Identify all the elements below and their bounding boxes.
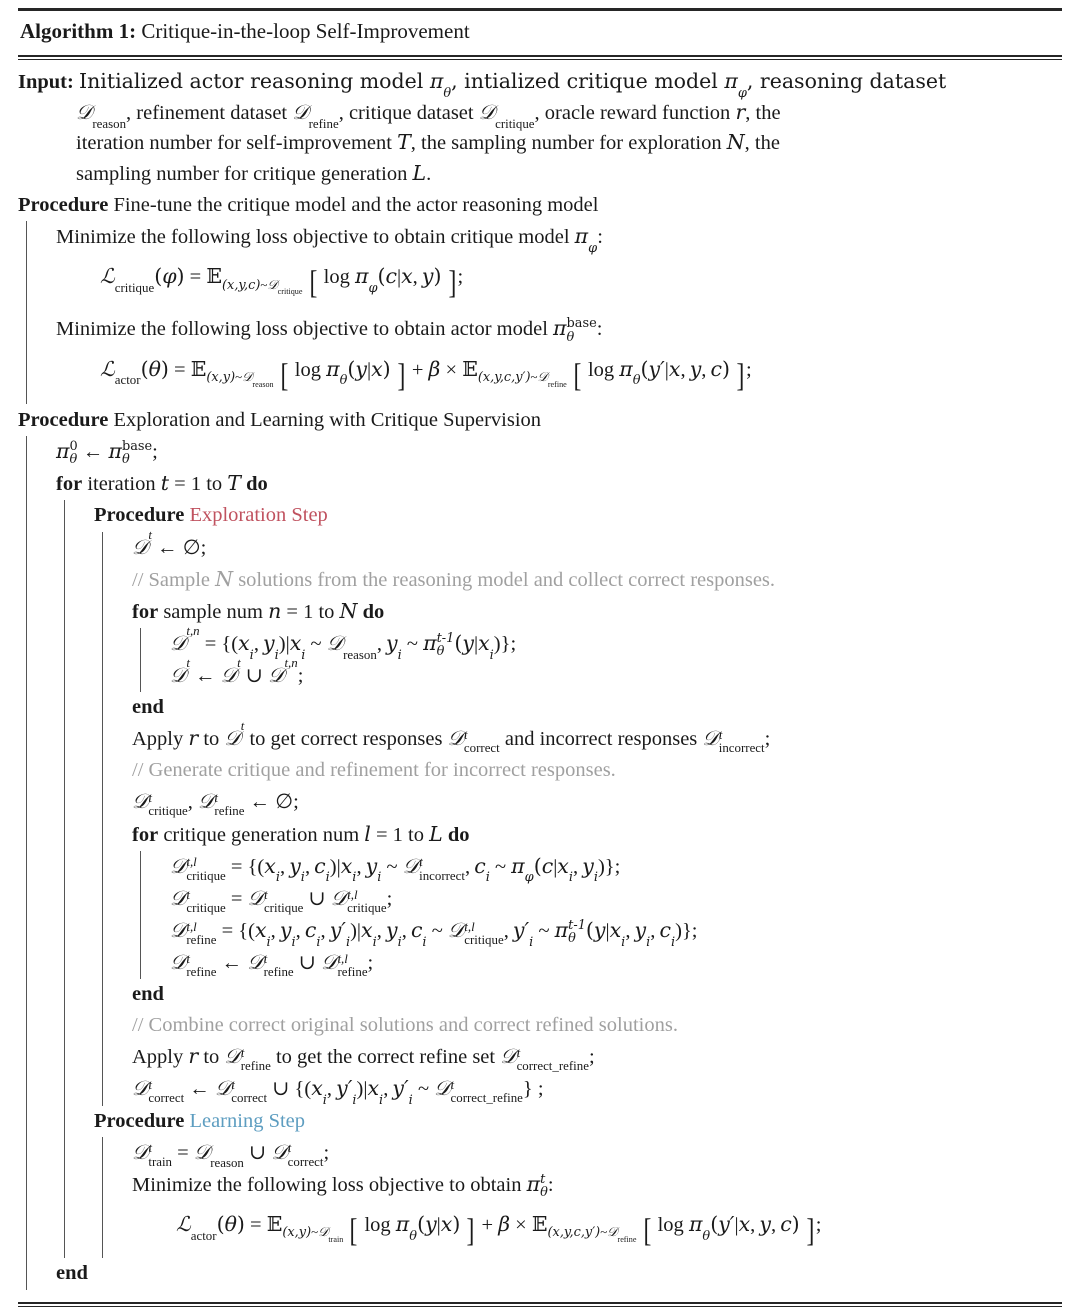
apply-keyword-2: Apply [132,1046,184,1069]
for-to-2: to [318,600,335,623]
for-sample-to: N [339,598,358,623]
for-critique-body: 𝒟t,l critique = {(xi, yi, ci)|xi, yi ~ 𝒟t… [132,850,1062,980]
input-line-2: 𝒟reason, refinement dataset 𝒟refine, cri… [76,100,781,132]
learning-step-body: 𝒟t train = 𝒟reason ∪ 𝒟t correct; Minimize … [94,1136,1062,1259]
equation-pi-init: π0θ ← π base θ; [56,439,158,468]
for-critique-text: critique generation num [163,823,360,846]
algorithm-title: Algorithm 1: Critique-in-the-loop Self-I… [18,11,1062,51]
for-critique-header: for critique generation num l = 1 to L d… [132,821,470,846]
equation-dt-union: 𝒟t ← 𝒟t ∪ 𝒟t,n; [170,655,304,688]
procedure-finetune-header: Procedure Fine-tune the critique model a… [18,190,1062,221]
for-to-3: to [408,823,424,846]
apply-keyword-1: Apply [132,728,184,751]
end-for-iteration: end [56,1258,1062,1289]
algorithm-label: Algorithm 1: [20,19,137,43]
procedure-exploration-title: Exploration and Learning with Critique S… [113,409,542,432]
equation-dcrit-empty: 𝒟t critique, 𝒟t refine ← ∅; [132,789,299,819]
procedure-keyword: Procedure [18,193,109,216]
bottom-rule [18,1301,1062,1307]
for-sample-var: n [268,598,282,623]
procedure-exploration-step-title: Exploration Step [189,504,328,527]
input-label: Input: [18,71,74,94]
statement-apply-r-refine: Apply r to 𝒟t refine to get the correct r… [132,1044,595,1074]
comment-combine: // Combine correct original solutions an… [132,1014,678,1037]
algorithm-block: Algorithm 1: Critique-in-the-loop Self-I… [18,8,1062,1307]
do-keyword-1: do [246,473,268,496]
exploration-step-body: 𝒟t ← ∅; // Sample N solutions from the r… [94,526,1062,1109]
equation-dt-critique-union: 𝒟t critique = 𝒟t critique ∪ 𝒟t,l critique; [170,885,393,915]
end-for-critique: end [132,979,1062,1010]
algorithm-body: Input: Initialized actor reasoning model… [18,60,1062,1295]
finetune-step-1: Minimize the following loss objective to… [56,223,603,256]
equation-dtl-refine: 𝒟t,l refine = {(xi, yi, ci, y′i)|xi, yi, … [170,917,698,950]
algorithm-title-text: Critique-in-the-loop Self-Improvement [141,19,470,43]
for-iteration-to: T [227,471,241,496]
procedure-exploration-body: π0θ ← π base θ; for iteration t = 1 to T d… [18,436,1062,1290]
procedure-learning-step-title: Learning Step [189,1109,306,1132]
equation-actor-loss-final: ℒactor(θ) = 𝔼(x,y)~𝒟train [ log πθ(y|x) … [176,1212,822,1249]
for-iteration-text: iteration [87,473,156,496]
input-line-3: iteration number for self-improvement T,… [76,130,780,155]
equation-dt-correct-union: 𝒟t correct ← 𝒟t correct ∪ {(xi, y′i)|xi, y… [132,1076,544,1109]
procedure-keyword-2: Procedure [18,409,109,432]
finetune-step-2: Minimize the following loss objective to… [56,316,603,345]
for-iteration-header: for iteration t = 1 to T do [56,471,268,496]
end-for-sample: end [132,692,1062,723]
equation-dt-train: 𝒟t train = 𝒟reason ∪ 𝒟t correct; [132,1139,330,1171]
input-section: Input: Initialized actor reasoning model… [18,64,1062,189]
for-iteration-var: t [160,471,169,496]
for-sample-body: 𝒟t,n = {(xi, yi)|xi ~ 𝒟reason, yi ~ π t-1… [132,622,1062,693]
for-keyword-2: for [132,600,159,623]
for-critique-from: 1 [392,823,403,846]
procedure-exploration-step-header: Procedure Exploration Step [94,500,1062,531]
for-critique-to: L [429,821,443,846]
end-keyword-3: end [56,1262,88,1285]
for-to-1: to [206,473,223,496]
procedure-keyword-3: Procedure [94,504,185,527]
equation-dtn-def: 𝒟t,n = {(xi, yi)|xi ~ 𝒟reason, yi ~ π t-1… [170,622,517,663]
for-critique-var: l [364,821,371,846]
equation-dt-refine-union: 𝒟t refine ← 𝒟t refine ∪ 𝒟t,l refine; [170,950,374,979]
for-iteration-from: 1 [190,473,202,496]
statement-minimize-final: Minimize the following loss objective to… [132,1171,554,1200]
procedure-exploration-header: Procedure Exploration and Learning with … [18,404,1062,436]
for-keyword: for [56,473,83,496]
end-keyword-1: end [132,696,164,719]
procedure-finetune-title: Fine-tune the critique model and the act… [113,193,599,216]
equation-critique-loss: ℒcritique(φ) = 𝔼(x,y,c)~𝒟critique [ log … [100,264,464,301]
do-keyword-3: do [447,823,470,846]
comment-sample: // Sample N solutions from the reasoning… [132,566,776,591]
equation-dt-empty: 𝒟t ← ∅; [132,526,207,559]
end-keyword-2: end [132,983,164,1006]
for-keyword-3: for [132,823,159,846]
equation-actor-loss-base: ℒactor(θ) = 𝔼(x,y)~𝒟reason [ log πθ(y|x)… [100,356,752,394]
procedure-finetune-body: Minimize the following loss objective to… [18,220,1062,405]
do-keyword-2: do [362,600,385,623]
input-line-4: sampling number for critique generation … [76,160,432,185]
equation-dtl-critique: 𝒟t,l critique = {(xi, yi, ci)|xi, yi ~ 𝒟t… [170,853,621,886]
for-sample-from: 1 [303,600,314,623]
procedure-learning-step-header: Procedure Learning Step [94,1106,1062,1137]
procedure-keyword-4: Procedure [94,1109,185,1132]
comment-generate: // Generate critique and refinement for … [132,759,616,782]
input-line-1: Initialized actor reasoning model πθ, in… [78,69,947,101]
for-sample-header: for sample num n = 1 to N do [132,598,385,623]
for-sample-text: sample num [163,600,263,623]
statement-apply-r-correct: Apply r to 𝒟t to get correct responses 𝒟… [132,718,771,756]
for-iteration-body: Procedure Exploration Step 𝒟t ← ∅; // Sa… [56,500,1062,1259]
